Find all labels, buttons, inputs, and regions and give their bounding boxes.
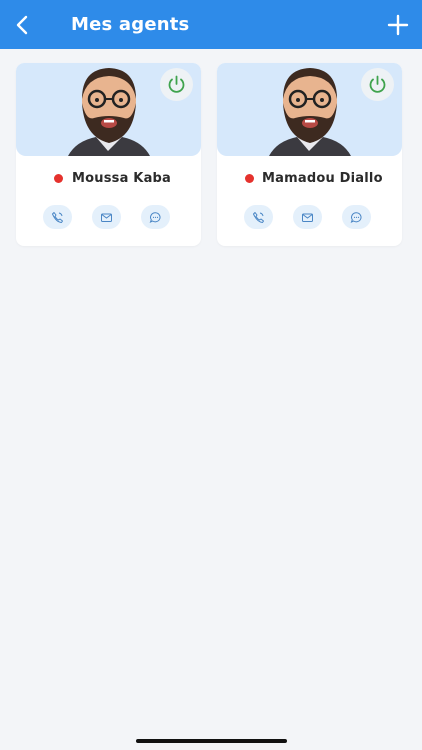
phone-icon xyxy=(253,212,264,223)
mail-icon xyxy=(101,213,112,222)
message-button[interactable] xyxy=(342,205,371,229)
call-button[interactable] xyxy=(43,205,72,229)
power-icon xyxy=(369,75,386,93)
power-toggle-button[interactable] xyxy=(361,68,394,101)
back-button[interactable] xyxy=(12,13,34,37)
agent-avatar xyxy=(16,63,201,156)
agent-card[interactable]: Moussa Kaba xyxy=(16,63,201,246)
add-agent-button[interactable] xyxy=(386,13,410,37)
chat-icon xyxy=(350,212,362,223)
agent-card[interactable]: Mamadou Diallo xyxy=(217,63,402,246)
phone-icon xyxy=(52,212,63,223)
email-button[interactable] xyxy=(92,205,121,229)
plus-icon xyxy=(387,14,409,36)
home-indicator[interactable] xyxy=(136,739,287,743)
agent-name: Mamadou Diallo xyxy=(262,171,383,186)
page-title: Mes agents xyxy=(71,14,190,35)
power-toggle-button[interactable] xyxy=(160,68,193,101)
status-indicator xyxy=(245,174,254,183)
email-button[interactable] xyxy=(293,205,322,229)
chat-icon xyxy=(149,212,161,223)
chevron-left-icon xyxy=(16,15,28,35)
status-indicator xyxy=(54,174,63,183)
call-button[interactable] xyxy=(244,205,273,229)
message-button[interactable] xyxy=(141,205,170,229)
agent-name: Moussa Kaba xyxy=(72,171,172,186)
app-bar: Mes agents xyxy=(0,0,422,49)
mail-icon xyxy=(302,213,313,222)
power-icon xyxy=(168,75,185,93)
agent-avatar xyxy=(217,63,402,156)
